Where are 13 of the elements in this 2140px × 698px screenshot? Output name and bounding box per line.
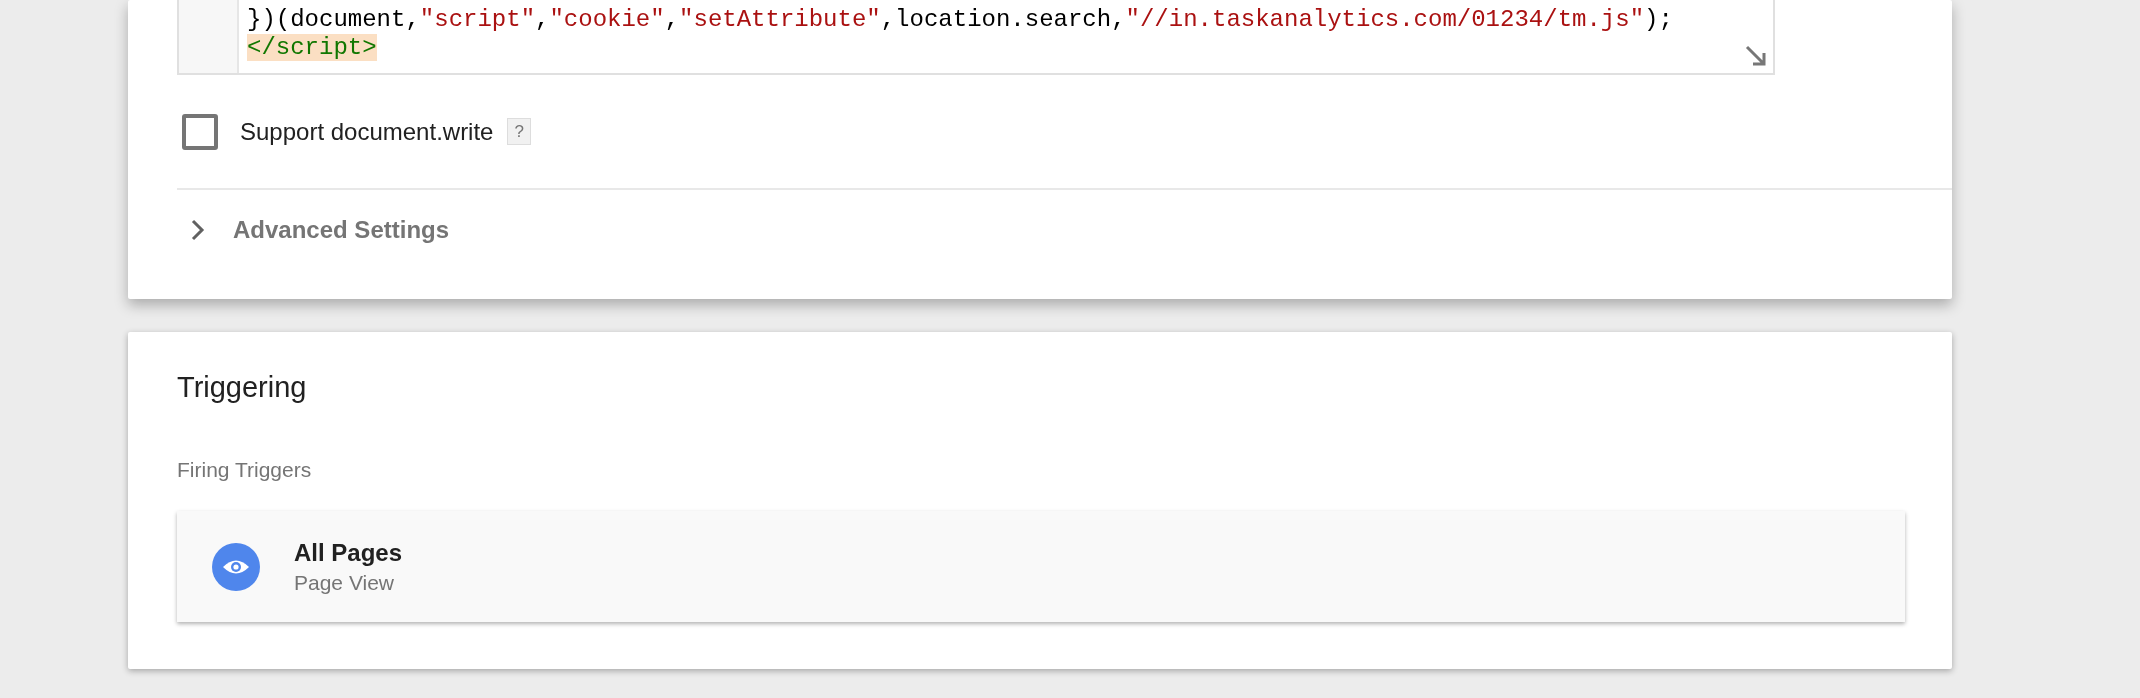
advanced-settings-toggle[interactable]: Advanced Settings (177, 190, 1952, 270)
trigger-name: All Pages (294, 537, 403, 568)
trigger-type: Page View (294, 569, 396, 596)
section-title: Triggering (177, 370, 308, 405)
code-line: })(document,"script","cookie","setAttribute",location.search,"//in.taskanalytics.com/01234/tm.js"); (247, 6, 1673, 34)
help-icon[interactable]: ? (507, 117, 531, 146)
trigger-item[interactable]: All Pages Page View (177, 511, 1905, 622)
checkbox[interactable] (182, 113, 218, 150)
eye-icon (212, 542, 260, 591)
section-label: Firing Triggers (177, 456, 313, 483)
checkbox-label: Support document.write (240, 116, 494, 147)
resize-handle-icon[interactable] (1745, 45, 1767, 67)
code-editor[interactable]: })(document,"script","cookie","setAttribute",location.search,"//in.taskanalytics.com/01234/tm.js"); </script> (177, 0, 1775, 75)
